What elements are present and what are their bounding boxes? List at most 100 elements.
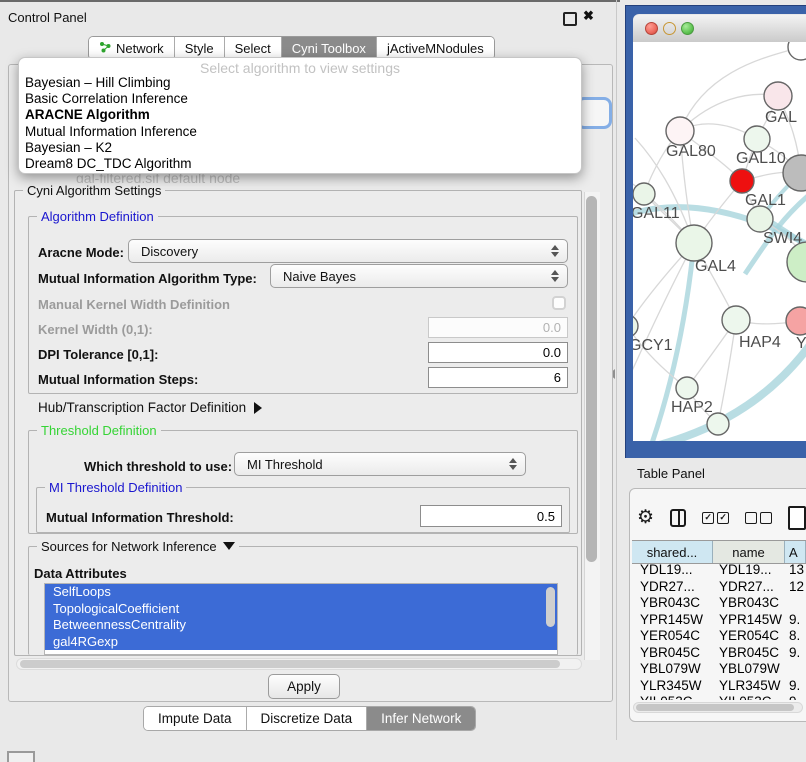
collapsed-panel-icon[interactable] xyxy=(7,751,35,762)
collapse-arrow-icon[interactable] xyxy=(223,542,235,550)
network-node-GCY1[interactable] xyxy=(633,315,638,337)
network-node-node-green-large[interactable] xyxy=(787,242,806,282)
network-view-canvas[interactable]: GALGAL80GAL10GAL1GAL11SWI4GAL4HAP4YGCY1H… xyxy=(633,42,806,441)
deselect-all-checkbox-icon[interactable] xyxy=(745,512,772,524)
select-all-checkbox-icon[interactable]: ✓✓ xyxy=(702,512,729,524)
network-node-label: GAL11 xyxy=(633,205,680,222)
zoom-traffic-light-icon[interactable] xyxy=(681,22,694,35)
table-cell: YIL053C xyxy=(632,694,713,700)
mi-algorithm-type-select[interactable]: Naive Bayes xyxy=(270,264,568,288)
table-row[interactable]: YBR045CYBR045C9. xyxy=(632,645,806,662)
network-window-titlebar[interactable] xyxy=(633,14,806,44)
expander-arrow-icon xyxy=(254,402,262,414)
column-header-partial[interactable]: A xyxy=(785,541,806,563)
algorithm-definition-title: Algorithm Definition xyxy=(37,209,158,224)
table-cell: 9 xyxy=(785,694,806,700)
algorithm-option[interactable]: Bayesian – K2 xyxy=(19,140,581,156)
mi-steps-label: Mutual Information Steps: xyxy=(38,372,198,387)
network-node-node-salmon[interactable] xyxy=(786,307,806,335)
algorithm-option[interactable]: ARACNE Algorithm xyxy=(19,107,581,123)
network-node-GAL7[interactable] xyxy=(764,82,792,110)
table-row[interactable]: YIL053CYIL053C9 xyxy=(632,694,806,700)
algorithm-option-list: Bayesian – Hill ClimbingBasic Correlatio… xyxy=(19,75,581,172)
hub-tf-expander[interactable]: Hub/Transcription Factor Definition xyxy=(38,400,262,415)
network-node-GAL11[interactable] xyxy=(633,183,655,205)
network-node-GAL10[interactable] xyxy=(744,126,770,152)
network-node-label: GAL10 xyxy=(736,150,786,167)
table-row[interactable]: YLR345WYLR345W9. xyxy=(632,678,806,695)
data-attributes-list[interactable]: SelfLoopsTopologicalCoefficientBetweenne… xyxy=(44,583,558,655)
apply-button[interactable]: Apply xyxy=(268,674,340,699)
table-row[interactable]: YER054CYER054C8. xyxy=(632,628,806,645)
minimize-traffic-light-icon[interactable] xyxy=(663,22,676,35)
table-row[interactable]: YDL19...YDL19...13 xyxy=(632,562,806,579)
table-cell: YDL19... xyxy=(713,562,785,579)
table-cell: 12 xyxy=(785,579,806,596)
dpi-tolerance-field[interactable]: 0.0 xyxy=(428,342,568,363)
table-cell: 13 xyxy=(785,562,806,579)
column-header-name[interactable]: name xyxy=(713,541,785,563)
network-node-GAL80[interactable] xyxy=(666,117,694,145)
file-icon[interactable] xyxy=(788,506,806,530)
network-node-HAP2[interactable] xyxy=(676,377,698,399)
table-row[interactable]: YBR043CYBR043C xyxy=(632,595,806,612)
algorithm-option[interactable]: Mutual Information Inference xyxy=(19,124,581,140)
table-row[interactable]: YPR145WYPR145W9. xyxy=(632,612,806,629)
table-row[interactable]: YBL079WYBL079W xyxy=(632,661,806,678)
network-node-GAL4[interactable] xyxy=(676,225,712,261)
table-cell: YLR345W xyxy=(713,678,785,695)
float-window-icon[interactable] xyxy=(563,12,577,26)
network-node-node-top[interactable] xyxy=(788,42,806,60)
table-cell: YBR043C xyxy=(713,595,785,612)
table-horizontal-scrollbar-thumb[interactable] xyxy=(636,704,794,711)
dropdown-placeholder: Select algorithm to view settings xyxy=(19,58,581,75)
attribute-list-item[interactable]: TopologicalCoefficient xyxy=(45,601,557,618)
algorithm-option[interactable]: Basic Correlation Inference xyxy=(19,91,581,107)
network-node-SWI4[interactable] xyxy=(747,206,773,232)
tab-jactivemnodules[interactable]: jActiveMNodules xyxy=(377,37,494,59)
tab-infer-network[interactable]: Infer Network xyxy=(367,707,475,730)
table-cell: YPR145W xyxy=(632,612,713,629)
tab-discretize-data[interactable]: Discretize Data xyxy=(247,707,368,730)
column-header-shared-name[interactable]: shared... xyxy=(632,541,713,563)
kernel-width-field[interactable]: 0.0 xyxy=(428,317,568,338)
settings-group-title: Cyni Algorithm Settings xyxy=(23,183,165,198)
attributes-scrollbar-thumb[interactable] xyxy=(546,587,555,627)
close-traffic-light-icon[interactable] xyxy=(645,22,658,35)
settings-vertical-scrollbar-thumb[interactable] xyxy=(586,196,597,562)
aracne-mode-select[interactable]: Discovery xyxy=(128,239,568,263)
tab-impute-data[interactable]: Impute Data xyxy=(144,707,247,730)
network-node-HAP4[interactable] xyxy=(722,306,750,334)
settings-horizontal-scrollbar-thumb[interactable] xyxy=(20,660,560,668)
tab-select[interactable]: Select xyxy=(225,37,282,59)
algorithm-option[interactable]: Bayesian – Hill Climbing xyxy=(19,75,581,91)
tab-network[interactable]: Network xyxy=(89,37,175,59)
network-node-label: GCY1 xyxy=(633,337,673,354)
dpi-tolerance-label: DPI Tolerance [0,1]: xyxy=(38,347,158,362)
gear-icon[interactable]: ⚙ xyxy=(637,508,654,528)
attribute-list-item[interactable]: gal4RGexp xyxy=(45,634,557,651)
which-threshold-select[interactable]: MI Threshold xyxy=(234,452,526,476)
table-cell: 9. xyxy=(785,645,806,662)
aracne-mode-value: Discovery xyxy=(141,244,198,259)
network-node-GAL1[interactable] xyxy=(730,169,754,193)
mi-steps-field[interactable]: 6 xyxy=(428,367,568,388)
tab-cyni-toolbox[interactable]: Cyni Toolbox xyxy=(282,37,377,59)
network-node-node-bottom[interactable] xyxy=(707,413,729,435)
mi-type-value: Naive Bayes xyxy=(283,269,356,284)
table-cell: 8. xyxy=(785,628,806,645)
table-row[interactable]: YDR27...YDR27...12 xyxy=(632,579,806,596)
table-cell: YIL053C xyxy=(713,694,785,700)
network-node-label: HAP4 xyxy=(739,334,781,351)
manual-kernel-checkbox[interactable] xyxy=(552,296,566,310)
threshold-definition-title: Threshold Definition xyxy=(37,423,161,438)
algorithm-option[interactable]: Dream8 DC_TDC Algorithm xyxy=(19,156,581,172)
mi-threshold-field[interactable]: 0.5 xyxy=(420,505,562,527)
tab-style[interactable]: Style xyxy=(175,37,225,59)
table-cell: YDL19... xyxy=(632,562,713,579)
split-columns-icon[interactable] xyxy=(670,509,686,527)
attribute-list-item[interactable]: BetweennessCentrality xyxy=(45,617,557,634)
attribute-list-item[interactable]: SelfLoops xyxy=(45,584,557,601)
table-cell xyxy=(785,661,806,678)
close-icon[interactable]: ✖ xyxy=(583,8,594,24)
